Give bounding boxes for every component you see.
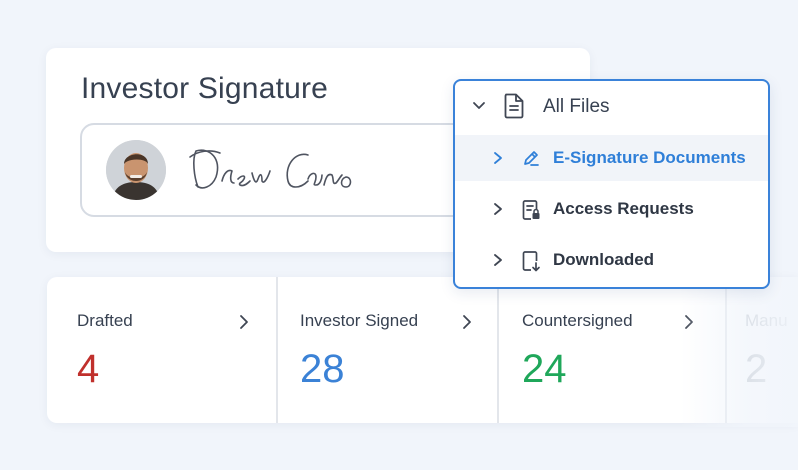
stat-label: Manu [745, 311, 788, 330]
pen-icon [524, 151, 539, 166]
signature-card-title: Investor Signature [81, 72, 329, 105]
all-files-label: All Files [543, 96, 610, 117]
chevron-right-icon[interactable] [491, 202, 505, 216]
dropdown-item-label: Downloaded [553, 250, 655, 269]
file-icon [504, 93, 524, 119]
handwritten-signature [189, 149, 352, 189]
dropdown-item-downloaded[interactable]: Downloaded [455, 237, 768, 283]
stat-value: 2 [745, 347, 768, 391]
stat-countersigned[interactable]: Countersigned 24 [492, 277, 721, 423]
stat-label: Drafted [77, 311, 133, 330]
stat-drafted[interactable]: Drafted 4 [47, 277, 276, 423]
stat-manual[interactable]: Manu 2 [715, 277, 798, 423]
chevron-right-icon[interactable] [491, 151, 505, 165]
chevron-right-icon[interactable] [237, 313, 251, 331]
dropdown-item-e-signature-documents[interactable]: E-Signature Documents [455, 135, 768, 181]
document-lock-icon [522, 200, 540, 220]
dropdown-item-access-requests[interactable]: Access Requests [455, 186, 768, 232]
dropdown-item-label: Access Requests [553, 199, 694, 218]
chevron-right-icon[interactable] [491, 253, 505, 267]
all-files-row[interactable]: All Files [455, 81, 768, 133]
stat-value: 28 [300, 347, 345, 391]
avatar [106, 140, 166, 200]
file-download-icon [522, 251, 540, 272]
chevron-right-icon[interactable] [460, 313, 474, 331]
chevron-down-icon[interactable] [471, 98, 487, 114]
stat-label: Investor Signed [300, 311, 419, 330]
stat-investor-signed[interactable]: Investor Signed 28 [270, 277, 499, 423]
stat-label: Countersigned [522, 311, 633, 330]
dropdown-item-label: E-Signature Documents [553, 148, 746, 167]
file-tree-dropdown: All Files E-Signature Documents Access R… [453, 79, 770, 289]
stat-value: 24 [522, 347, 567, 391]
stat-value: 4 [77, 347, 100, 391]
status-summary: Drafted 4 Investor Signed 28 Countersign… [47, 277, 798, 423]
chevron-right-icon[interactable] [682, 313, 696, 331]
